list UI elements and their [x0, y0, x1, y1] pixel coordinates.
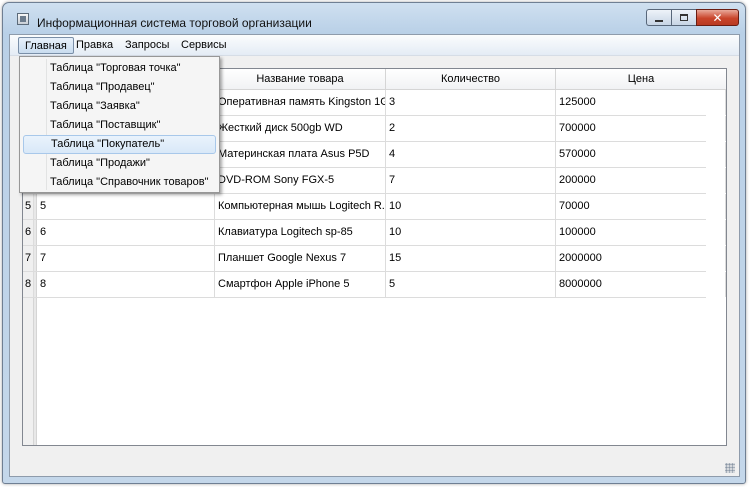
menu-item-seller[interactable]: Таблица "Продавец" [23, 78, 216, 97]
cell-id[interactable]: 5 [37, 194, 215, 219]
cell-price[interactable]: 70000 [556, 194, 726, 219]
menu-item-goods-directory[interactable]: Таблица "Справочник товаров" [23, 173, 216, 192]
cell-price[interactable]: 8000000 [556, 272, 726, 297]
cell-id[interactable]: 8 [37, 272, 215, 297]
cell-name[interactable]: Материнская плата Asus P5D [215, 142, 386, 167]
row-number[interactable]: 5 [23, 194, 34, 219]
cell-price[interactable]: 570000 [556, 142, 726, 167]
column-header-qty[interactable]: Количество [386, 69, 556, 89]
table-row[interactable]: 6 6 Клавиатура Logitech sp-85 10 100000 [23, 220, 726, 246]
cell-name[interactable]: Компьютерная мышь Logitech R... [215, 194, 386, 219]
main-menu-dropdown: Таблица "Торговая точка" Таблица "Продав… [19, 56, 220, 193]
caption-buttons: ✕ [646, 9, 739, 26]
column-header-price[interactable]: Цена [556, 69, 726, 89]
cell-id[interactable]: 7 [37, 246, 215, 271]
table-row[interactable]: 7 7 Планшет Google Nexus 7 15 2000000 [23, 246, 726, 272]
menu-item-supplier[interactable]: Таблица "Поставщик" [23, 116, 216, 135]
column-header-name[interactable]: Название товара [215, 69, 386, 89]
cell-qty[interactable]: 2 [386, 116, 556, 141]
title-bar[interactable]: Информационная система торговой организа… [3, 3, 745, 33]
cell-id[interactable]: 6 [37, 220, 215, 245]
menu-bar: Главная Правка Запросы Сервисы [10, 35, 739, 56]
cell-name[interactable]: Планшет Google Nexus 7 [215, 246, 386, 271]
cell-name[interactable]: DVD-ROM Sony FGX-5 [215, 168, 386, 193]
menu-item-request[interactable]: Таблица "Заявка" [23, 97, 216, 116]
cell-qty[interactable]: 5 [386, 272, 556, 297]
table-row[interactable]: 5 5 Компьютерная мышь Logitech R... 10 70000 [23, 194, 726, 220]
cell-price[interactable]: 2000000 [556, 246, 726, 271]
row-number[interactable]: 7 [23, 246, 34, 271]
cell-price[interactable]: 125000 [556, 90, 726, 115]
row-number[interactable]: 8 [23, 272, 34, 297]
cell-name[interactable]: Жесткий диск 500gb WD [215, 116, 386, 141]
menu-item-trade-point[interactable]: Таблица "Торговая точка" [23, 59, 216, 78]
cell-qty[interactable]: 7 [386, 168, 556, 193]
menu-queries[interactable]: Запросы [119, 37, 175, 54]
cell-qty[interactable]: 3 [386, 90, 556, 115]
row-number[interactable]: 6 [23, 220, 34, 245]
cell-qty[interactable]: 10 [386, 220, 556, 245]
menu-main[interactable]: Главная [18, 37, 74, 54]
menu-services[interactable]: Сервисы [175, 37, 233, 54]
cell-price[interactable]: 100000 [556, 220, 726, 245]
app-window-icon[interactable] [17, 13, 29, 25]
minimize-icon [655, 20, 663, 22]
cell-price[interactable]: 700000 [556, 116, 726, 141]
menu-item-sales[interactable]: Таблица "Продажи" [23, 154, 216, 173]
close-button[interactable]: ✕ [696, 9, 739, 26]
cell-name[interactable]: Оперативная память Kingston 1Gb [215, 90, 386, 115]
window-title: Информационная система торговой организа… [37, 16, 312, 30]
cell-name[interactable]: Клавиатура Logitech sp-85 [215, 220, 386, 245]
cell-qty[interactable]: 10 [386, 194, 556, 219]
cell-qty[interactable]: 15 [386, 246, 556, 271]
close-icon: ✕ [712, 11, 723, 25]
maximize-button[interactable] [671, 9, 696, 26]
cell-qty[interactable]: 4 [386, 142, 556, 167]
menu-item-buyer[interactable]: Таблица "Покупатель" [23, 135, 216, 154]
resize-grip-icon[interactable] [725, 463, 735, 473]
maximize-icon [680, 14, 688, 21]
cell-price[interactable]: 200000 [556, 168, 726, 193]
table-row[interactable]: 8 8 Смартфон Apple iPhone 5 5 8000000 [23, 272, 726, 298]
app-window: Информационная система торговой организа… [2, 2, 746, 484]
minimize-button[interactable] [646, 9, 671, 26]
menu-edit[interactable]: Правка [70, 37, 119, 54]
cell-name[interactable]: Смартфон Apple iPhone 5 [215, 272, 386, 297]
